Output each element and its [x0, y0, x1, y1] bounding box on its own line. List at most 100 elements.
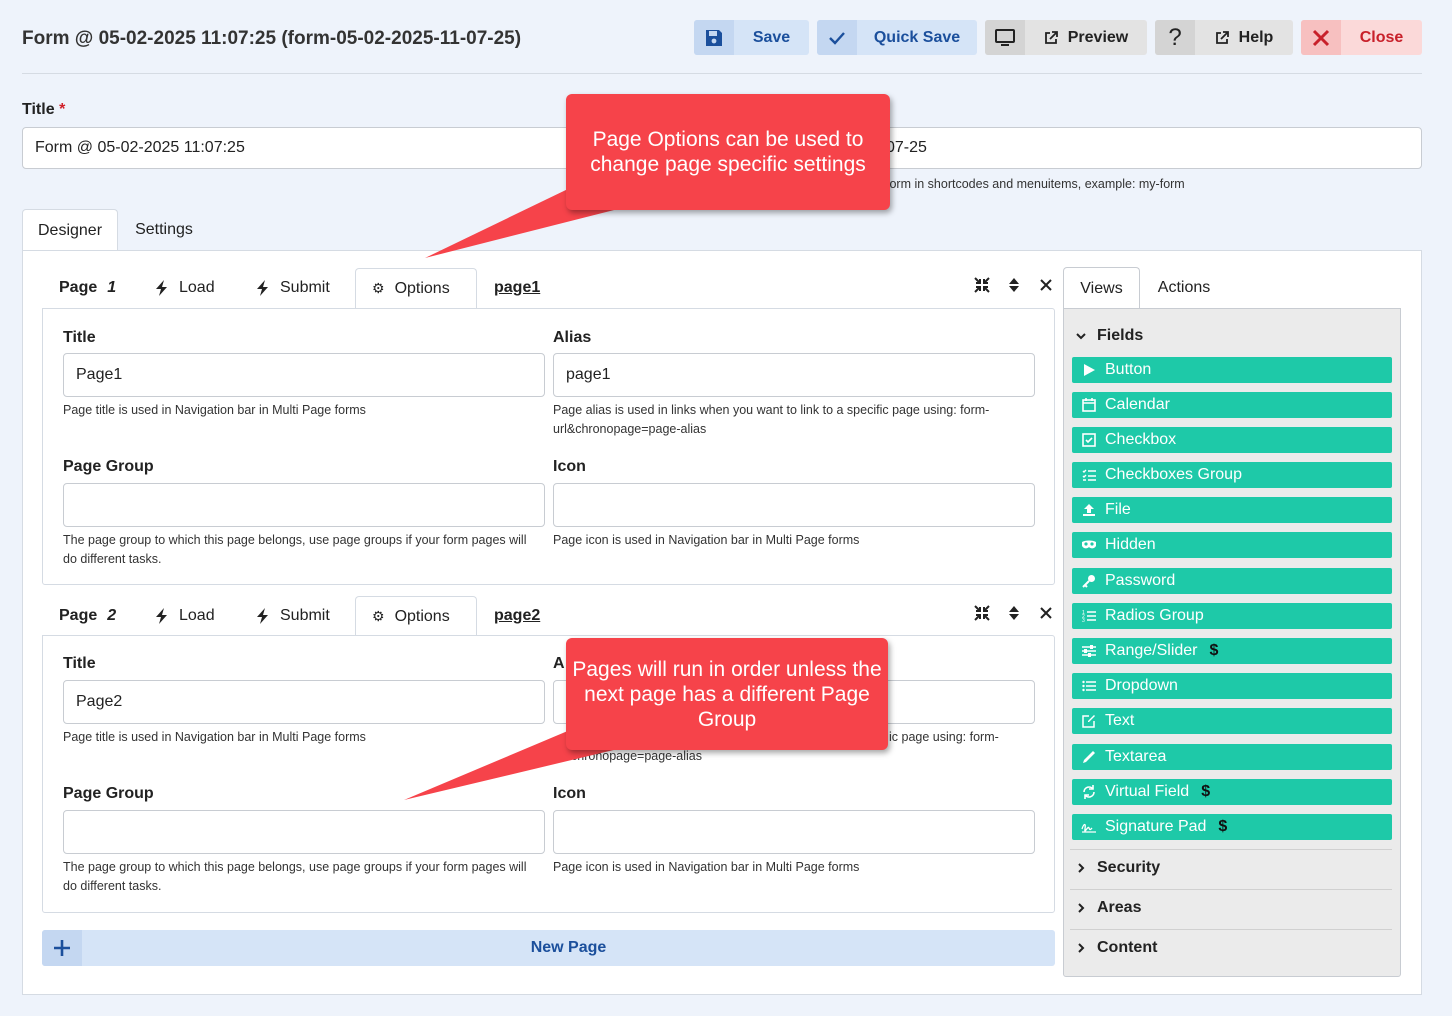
field-virtual-field-button[interactable]: Virtual Field $: [1072, 779, 1392, 805]
field-label: Button: [1105, 361, 1152, 378]
chevron-right-icon: [1078, 943, 1085, 953]
field-calendar-button[interactable]: Calendar: [1072, 392, 1392, 418]
page-2-tab-options[interactable]: ⚙ Options: [355, 596, 477, 636]
page-2-tab-load[interactable]: Load: [155, 596, 215, 636]
page-icon-input[interactable]: [553, 483, 1035, 527]
page-1-tab-submit[interactable]: Submit: [256, 268, 330, 308]
list-check-icon: [1081, 467, 1097, 483]
field-button-button[interactable]: Button: [1072, 357, 1392, 383]
page-icon-label: Icon: [553, 458, 586, 475]
field-hidden-button[interactable]: Hidden: [1072, 532, 1392, 558]
compress-icon[interactable]: [973, 604, 991, 622]
form-alias-input-value[interactable]: 07-25: [886, 139, 927, 157]
checkbox-icon: [1081, 432, 1097, 448]
page-alias-label: A: [553, 655, 565, 672]
chevron-right-icon: [1078, 903, 1085, 913]
page-1-alias-link[interactable]: page1: [494, 268, 540, 308]
page-group-label: Page Group: [63, 458, 154, 475]
field-password-button[interactable]: Password: [1072, 568, 1392, 594]
page-2-tabbar: Page 2 Load Submit ⚙ Options page2: [42, 596, 1055, 636]
field-radios-group-button[interactable]: 1 2 3 Radios Group: [1072, 603, 1392, 629]
bolt-icon: [156, 280, 167, 296]
close-button[interactable]: Close: [1301, 20, 1422, 55]
list-icon: [1081, 678, 1097, 694]
field-signature-pad-button[interactable]: Signature Pad $: [1072, 814, 1392, 840]
upload-icon: [1081, 502, 1097, 518]
bolt-icon: [156, 608, 167, 624]
page-title-label: Title: [63, 329, 96, 346]
page-icon-hint: Page icon is used in Navigation bar in M…: [553, 860, 860, 874]
page-2-tab-page[interactable]: Page 2: [59, 596, 116, 636]
page-1-tab-load[interactable]: Load: [155, 268, 215, 308]
page-group-input[interactable]: [63, 483, 545, 527]
new-page-button[interactable]: New Page: [42, 930, 1055, 966]
field-label: Dropdown: [1105, 677, 1178, 694]
form-alias-hint: form in shortcodes and menuitems, exampl…: [886, 177, 1185, 191]
page-1-tools: [973, 276, 1055, 294]
field-text-button[interactable]: Text: [1072, 708, 1392, 734]
field-label: Checkboxes Group: [1105, 466, 1242, 483]
close-label: Close: [1359, 28, 1404, 46]
page-icon-label: Icon: [553, 785, 586, 802]
close-icon[interactable]: [1037, 604, 1055, 622]
cogs-icon: ⚙: [372, 280, 385, 296]
help-button[interactable]: ? Help: [1155, 20, 1293, 55]
chevron-down-icon: [1076, 333, 1086, 340]
field-range-slider-button[interactable]: Range/Slider $: [1072, 638, 1392, 664]
quick-save-button[interactable]: Quick Save: [817, 20, 977, 55]
field-dropdown-button[interactable]: Dropdown: [1072, 673, 1392, 699]
tab-designer[interactable]: Designer: [22, 209, 118, 251]
page-title-input[interactable]: Page1: [63, 353, 545, 397]
sort-icon[interactable]: [1005, 276, 1023, 294]
preview-button[interactable]: Preview: [985, 20, 1147, 55]
page-alias-input[interactable]: page1: [553, 353, 1035, 397]
page-number: 1: [107, 279, 117, 296]
dollar-icon: $: [1218, 818, 1228, 835]
page-group-input[interactable]: [63, 810, 545, 854]
page-1-tab-page[interactable]: Page 1: [59, 268, 116, 308]
divider: [1070, 889, 1392, 890]
page-2-alias-link[interactable]: page2: [494, 596, 540, 636]
page-alias-label: Alias: [553, 329, 592, 346]
section-areas[interactable]: Areas: [1075, 899, 1141, 917]
divider: [1070, 849, 1392, 850]
field-checkboxes-group-button[interactable]: Checkboxes Group: [1072, 462, 1392, 488]
page-group-hint: The page group to which this page belong…: [63, 860, 527, 893]
field-label: Signature Pad: [1105, 818, 1207, 835]
page-number: 2: [107, 607, 117, 624]
compress-icon[interactable]: [973, 276, 991, 294]
page-1-tab-options[interactable]: ⚙ Options: [355, 268, 477, 308]
page-title-input[interactable]: Page2: [63, 680, 545, 724]
tab-views[interactable]: Views: [1063, 267, 1140, 309]
close-icon[interactable]: [1037, 276, 1055, 294]
desktop-icon: [985, 20, 1025, 55]
page-title-hint: Page title is used in Navigation bar in …: [63, 730, 366, 744]
field-label: File: [1105, 501, 1131, 518]
dollar-icon: $: [1201, 783, 1211, 800]
page-2-tab-submit[interactable]: Submit: [256, 596, 330, 636]
plus-icon: [42, 930, 82, 966]
tab-settings[interactable]: Settings: [118, 209, 210, 251]
header: Form @ 05-02-2025 11:07:25 (form-05-02-2…: [22, 18, 1422, 58]
quick-save-label: Quick Save: [873, 28, 961, 46]
sort-icon[interactable]: [1005, 604, 1023, 622]
bolt-icon: [257, 608, 268, 624]
list-ol-icon: 123: [1081, 608, 1097, 624]
page-icon-input[interactable]: [553, 810, 1035, 854]
field-textarea-button[interactable]: Textarea: [1072, 744, 1392, 770]
signature-icon: [1081, 819, 1097, 835]
page-group-label: Page Group: [63, 785, 154, 802]
field-file-button[interactable]: File: [1072, 497, 1392, 523]
sliders-icon: [1081, 643, 1097, 659]
page-2-options-body: Title Page2 Page title is used in Naviga…: [42, 635, 1055, 913]
field-label: Calendar: [1105, 396, 1170, 413]
section-content[interactable]: Content: [1075, 939, 1157, 957]
tab-actions[interactable]: Actions: [1140, 267, 1228, 309]
section-security[interactable]: Security: [1075, 859, 1160, 877]
page-alias-hint: Page alias is used in links when you wan…: [553, 403, 990, 436]
section-fields[interactable]: Fields: [1075, 327, 1143, 345]
save-button[interactable]: Save: [694, 20, 809, 55]
field-checkbox-button[interactable]: Checkbox: [1072, 427, 1392, 453]
page-1-tabbar: Page 1 Load Submit ⚙ Options page1: [42, 268, 1055, 308]
key-icon: [1081, 573, 1097, 589]
